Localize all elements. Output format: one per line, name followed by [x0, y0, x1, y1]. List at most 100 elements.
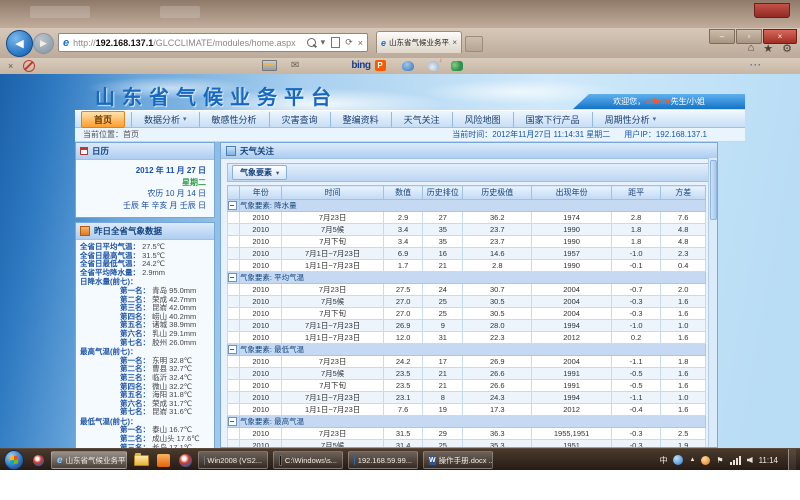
collapse-expander-icon[interactable] [228, 345, 237, 354]
tray-app-icon[interactable] [701, 456, 710, 465]
table-row[interactable]: 20107月1日~7月23日23.1824.31994-1.11.0 [228, 392, 706, 404]
table-row[interactable]: 20107月5候3.43523.719901.84.8 [228, 224, 706, 236]
table-row[interactable]: 20107月5候27.02530.52004-0.31.6 [228, 296, 706, 308]
p-addon-icon[interactable]: P [375, 60, 386, 71]
address-dropdown-icon[interactable]: ▾ [321, 37, 326, 48]
search-icon[interactable] [307, 38, 316, 47]
action-center-flag-icon[interactable]: ⚑ [716, 456, 723, 465]
column-header[interactable]: 历史排位 [423, 186, 463, 200]
pinned-app-icon[interactable] [29, 452, 47, 468]
speaker-icon[interactable] [747, 457, 753, 463]
menu-item-1[interactable]: 数据分析▾ [131, 112, 199, 127]
home-icon[interactable]: ⌂ [748, 42, 755, 55]
table-row[interactable]: 20107月23日27.52430.72004-0.72.0 [228, 284, 706, 296]
taskbar-window-button[interactable]: W操作手册.docx ... [423, 451, 493, 469]
table-row[interactable]: 20107月下旬27.02530.52004-0.31.6 [228, 308, 706, 320]
media-app-taskbar-icon[interactable] [176, 452, 194, 468]
table-row[interactable]: 20107月1日~7月23日26.9928.01994-1.01.0 [228, 320, 706, 332]
explorer-taskbar-icon[interactable] [132, 452, 150, 468]
column-header[interactable]: 数值 [383, 186, 423, 200]
group-header-row[interactable]: 气象要素: 最高气温 [228, 416, 706, 428]
menu-item-5[interactable]: 天气关注 [391, 112, 452, 127]
menu-item-label: 国家下行产品 [526, 113, 580, 126]
group-expander-cell[interactable] [228, 200, 240, 212]
column-header[interactable]: 历史极值 [463, 186, 532, 200]
vertical-scrollbar[interactable] [708, 158, 717, 447]
tools-gear-icon[interactable]: ⚙ [782, 42, 792, 55]
table-row[interactable]: 20107月23日2.92736.219742.87.6 [228, 212, 706, 224]
table-row[interactable]: 20107月5候23.52126.61991-0.51.6 [228, 368, 706, 380]
input-language-indicator[interactable]: 中 [659, 455, 667, 466]
qq-icon[interactable] [402, 61, 414, 71]
column-header[interactable]: 距平 [611, 186, 661, 200]
address-bar[interactable]: e http://192.168.137.1/GLCCLIMATE/module… [58, 33, 368, 52]
background-window-close-button[interactable] [754, 3, 790, 18]
tab-close-icon[interactable]: × [452, 38, 457, 47]
network-icon[interactable] [730, 456, 741, 465]
column-header[interactable]: 年份 [239, 186, 282, 200]
taskbar-window-button[interactable]: C:\Windows\s... [273, 451, 343, 469]
menu-item-8[interactable]: 周期性分析▾ [592, 112, 669, 127]
table-cell: 1.6 [661, 296, 706, 308]
close-sidebar-icon[interactable]: × [8, 61, 13, 71]
collapse-expander-icon[interactable] [228, 273, 237, 282]
bing-logo[interactable]: bing [351, 60, 370, 71]
hidden-icons-arrow[interactable]: ▲ [689, 457, 695, 463]
music-bird-icon[interactable] [428, 61, 439, 71]
stop-icon[interactable]: × [358, 38, 363, 48]
card-reader-icon[interactable] [262, 60, 277, 71]
collapse-expander-icon[interactable] [228, 417, 237, 426]
menu-item-2[interactable]: 敏感性分析 [199, 112, 269, 127]
menu-item-3[interactable]: 灾害查询 [269, 112, 330, 127]
table-row[interactable]: 20107月5候31.42535.31951-0.31.9 [228, 440, 706, 449]
table-cell: 4.8 [661, 236, 706, 248]
taskbar-window-button[interactable]: Win2008 (VS2... [198, 451, 268, 469]
group-header-row[interactable]: 气象要素: 最低气温 [228, 344, 706, 356]
menu-item-0[interactable]: 首页 [81, 111, 125, 128]
menu-item-4[interactable]: 整编资料 [330, 112, 391, 127]
orange-app-icon [157, 454, 170, 467]
taskbar-ie-window-button[interactable]: e 山东省气候业务平... [51, 451, 127, 469]
table-row[interactable]: 20107月下旬3.43523.719901.84.8 [228, 236, 706, 248]
ime-tray-icon[interactable] [673, 455, 683, 465]
column-header[interactable]: 时间 [282, 186, 383, 200]
table-cell: 21 [423, 260, 463, 272]
orange-app-taskbar-icon[interactable] [154, 452, 172, 468]
table-row[interactable]: 20107月23日24.21726.92004-1.11.8 [228, 356, 706, 368]
blocked-icon[interactable] [23, 60, 35, 72]
table-row[interactable]: 20107月下旬23.52126.61991-0.51.6 [228, 380, 706, 392]
taskbar-clock[interactable]: 11:14 [759, 456, 778, 465]
compatibility-view-icon[interactable] [331, 37, 340, 48]
column-header[interactable]: 出现年份 [532, 186, 611, 200]
show-desktop-button[interactable] [788, 449, 796, 471]
forward-button[interactable]: ▶ [33, 33, 54, 54]
menu-item-label: 数据分析 [144, 113, 180, 126]
group-expander-cell[interactable] [228, 272, 240, 284]
start-button[interactable] [4, 450, 24, 470]
menu-item-6[interactable]: 风险地图 [452, 112, 513, 127]
table-row[interactable]: 20101月1日~7月23日12.03122.320120.21.6 [228, 332, 706, 344]
refresh-icon[interactable]: ⟳ [345, 37, 353, 48]
table-row[interactable]: 20101月1日~7月23日1.7212.81990-0.10.4 [228, 260, 706, 272]
mail-icon[interactable]: ✉ [291, 60, 299, 71]
taskbar-window-button[interactable]: 192.168.59.99... [348, 451, 418, 469]
scrollbar-thumb[interactable] [710, 160, 717, 220]
group-expander-cell[interactable] [228, 416, 240, 428]
menu-item-7[interactable]: 国家下行产品 [513, 112, 592, 127]
table-row[interactable]: 20107月23日31.52936.31955,1951-0.32.5 [228, 428, 706, 440]
group-header-row[interactable]: 气象要素: 平均气温 [228, 272, 706, 284]
element-dropdown-button[interactable]: 气象要素 ▾ [232, 165, 287, 180]
new-tab-button[interactable] [465, 36, 483, 52]
more-icon[interactable]: ··· [750, 60, 762, 70]
browser-tab[interactable]: e 山东省气候业务平... × [376, 31, 462, 53]
minimize-button[interactable]: – [709, 29, 735, 44]
column-header[interactable]: 方差 [661, 186, 706, 200]
back-button[interactable]: ◀ [6, 30, 33, 57]
group-expander-cell[interactable] [228, 344, 240, 356]
contacts-icon[interactable] [451, 61, 463, 71]
table-row[interactable]: 20107月1日~7月23日6.91614.61957-1.02.3 [228, 248, 706, 260]
group-header-row[interactable]: 气象要素: 降水量 [228, 200, 706, 212]
favorites-icon[interactable]: ★ [763, 42, 773, 55]
collapse-expander-icon[interactable] [228, 201, 237, 210]
table-row[interactable]: 20101月1日~7月23日7.61917.32012-0.41.6 [228, 404, 706, 416]
